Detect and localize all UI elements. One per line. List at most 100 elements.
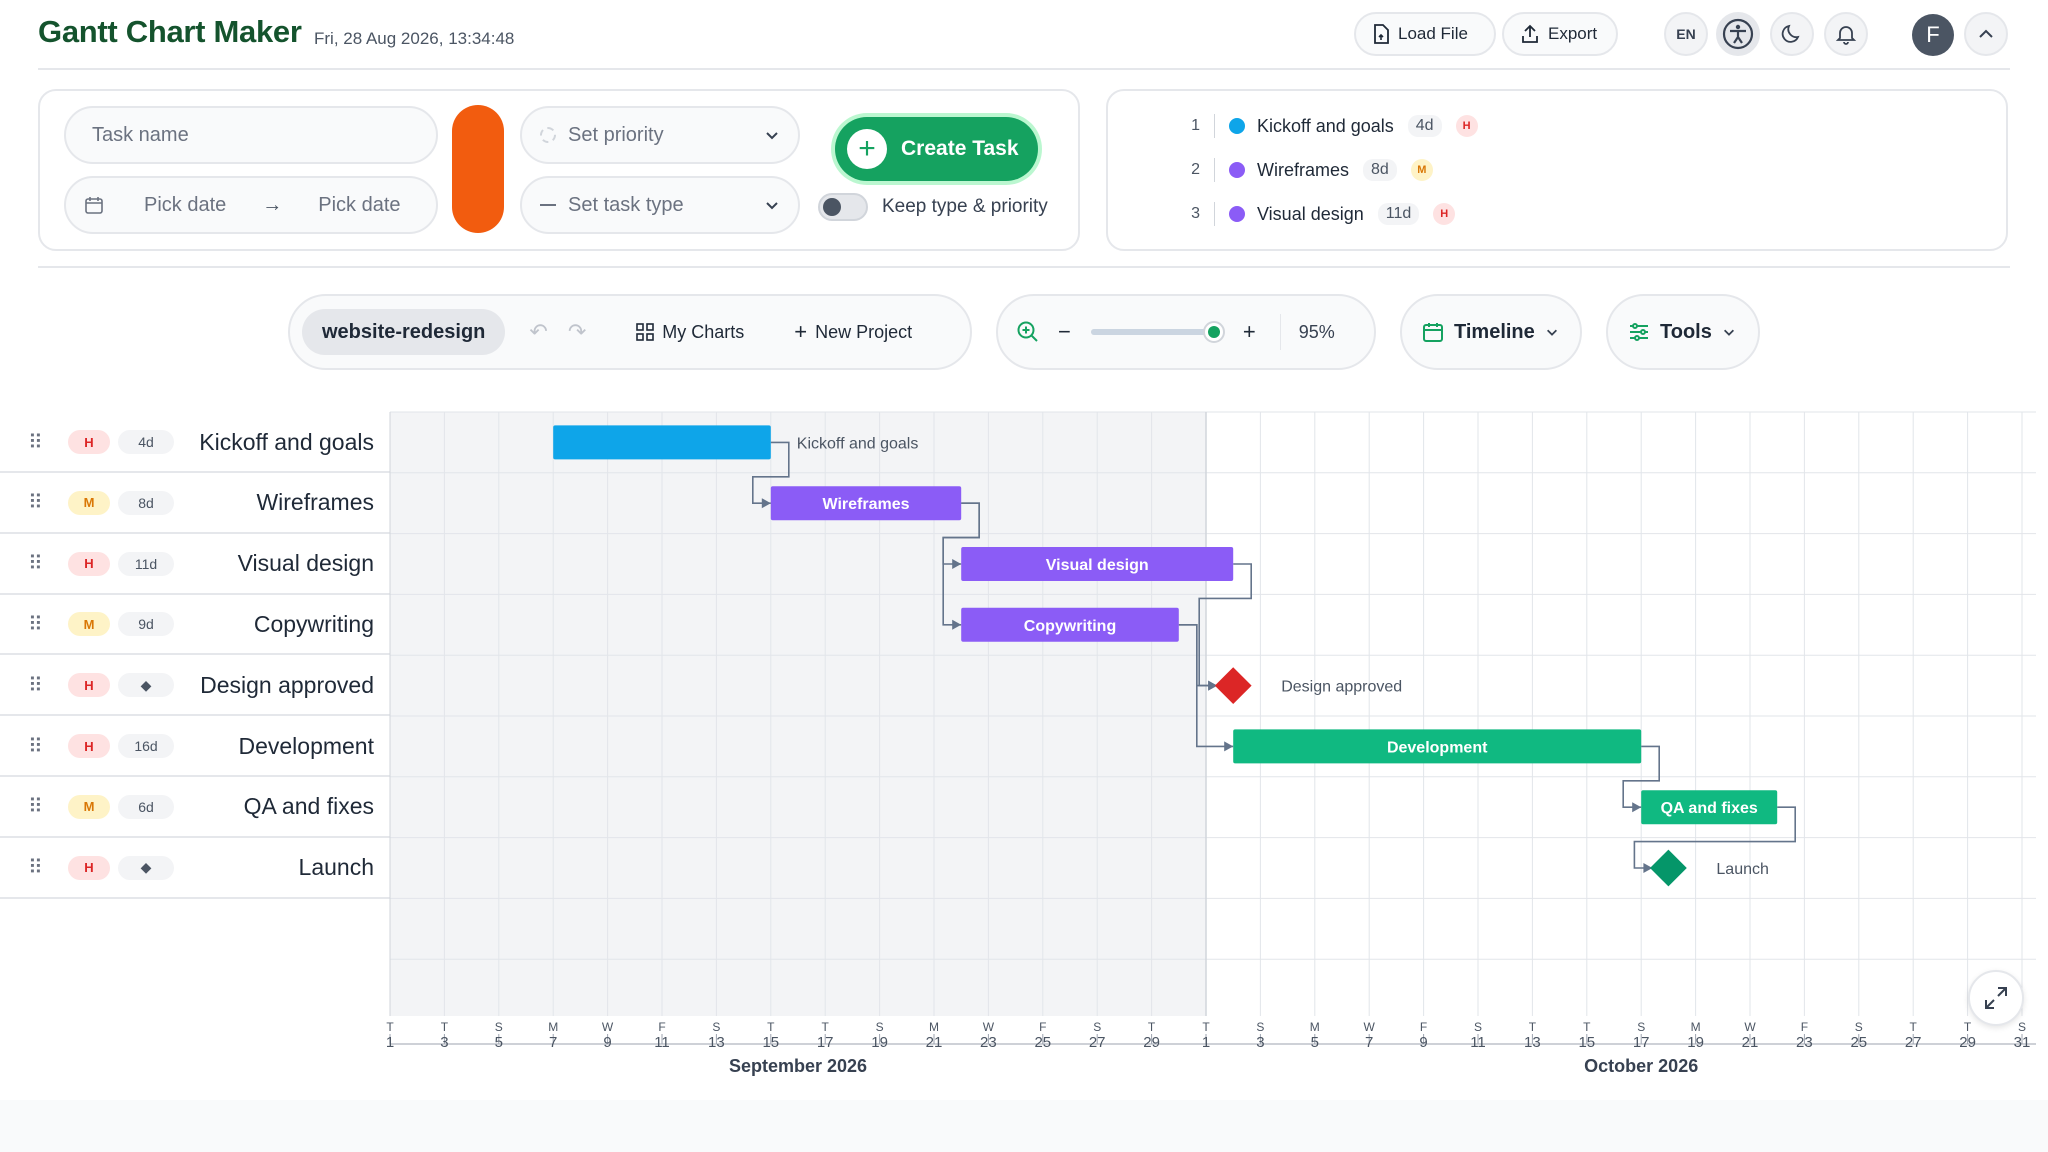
axis-day-number: 23 bbox=[980, 1034, 997, 1051]
task-bar-label: Kickoff and goals bbox=[797, 435, 919, 452]
task-bar-label: Copywriting bbox=[1024, 618, 1116, 635]
axis-day-number: 15 bbox=[1578, 1034, 1595, 1051]
axis-day-letter: W bbox=[602, 1020, 614, 1034]
axis-day-number: 19 bbox=[1687, 1034, 1704, 1051]
summary-row[interactable]: 3 Visual design 11d H bbox=[1180, 199, 1478, 229]
redo-icon[interactable]: ↷ bbox=[568, 319, 586, 345]
my-charts-button[interactable]: My Charts bbox=[636, 322, 744, 343]
task-bar-label: QA and fixes bbox=[1661, 800, 1758, 817]
axis-day-letter: S bbox=[495, 1020, 503, 1034]
axis-day-letter: T bbox=[1148, 1020, 1156, 1034]
priority-select[interactable]: Set priority bbox=[520, 106, 800, 164]
axis-day-letter: W bbox=[1744, 1020, 1756, 1034]
summary-duration: 11d bbox=[1377, 203, 1420, 225]
milestone-label: Design approved bbox=[1281, 679, 1402, 696]
timeline-label: Timeline bbox=[1454, 320, 1535, 343]
summary-duration: 8d bbox=[1363, 159, 1397, 181]
zoom-in-button[interactable]: + bbox=[1243, 319, 1256, 345]
axis-day-number: 27 bbox=[1089, 1034, 1106, 1051]
task-type-select[interactable]: Set task type bbox=[520, 176, 800, 234]
load-file-button[interactable]: Load File bbox=[1354, 12, 1496, 56]
axis-day-letter: T bbox=[1583, 1020, 1591, 1034]
end-date[interactable]: Pick date bbox=[318, 194, 400, 217]
axis-day-letter: S bbox=[712, 1020, 720, 1034]
axis-day-number: 7 bbox=[549, 1034, 557, 1051]
zoom-divider bbox=[1279, 314, 1281, 350]
project-name[interactable]: website-redesign bbox=[302, 309, 506, 355]
keep-type-toggle-row[interactable]: Keep type & priority bbox=[818, 193, 1048, 221]
axis-day-number: 31 bbox=[2014, 1034, 2031, 1051]
axis-day-letter: T bbox=[822, 1020, 830, 1034]
priority-placeholder: Set priority bbox=[568, 123, 664, 146]
accessibility-icon bbox=[1722, 18, 1754, 50]
color-swatch[interactable] bbox=[452, 105, 504, 233]
accessibility-button[interactable] bbox=[1716, 12, 1760, 56]
chevron-down-icon bbox=[1723, 329, 1734, 336]
avatar[interactable]: F bbox=[1912, 14, 1954, 56]
language-button[interactable]: EN bbox=[1664, 12, 1708, 56]
axis-day-number: 25 bbox=[1034, 1034, 1051, 1051]
zoom-level: 95% bbox=[1298, 321, 1335, 342]
tools-select[interactable]: Tools bbox=[1606, 294, 1760, 370]
date-range-field[interactable]: Pick date → Pick date bbox=[64, 176, 438, 234]
fullscreen-button[interactable] bbox=[1968, 970, 2024, 1026]
zoom-slider[interactable] bbox=[1090, 321, 1226, 343]
axis-day-letter: T bbox=[767, 1020, 775, 1034]
summary-row[interactable]: 2 Wireframes 8d M bbox=[1180, 155, 1478, 185]
axis-day-letter: S bbox=[1093, 1020, 1101, 1034]
summary-row[interactable]: 1 Kickoff and goals 4d H bbox=[1180, 111, 1478, 141]
axis-day-number: 7 bbox=[1365, 1034, 1373, 1051]
axis-month-label: September 2026 bbox=[729, 1056, 867, 1076]
summary-number: 3 bbox=[1191, 205, 1200, 222]
axis-day-letter: W bbox=[1364, 1020, 1376, 1034]
collapse-header-button[interactable] bbox=[1964, 12, 2008, 56]
start-date[interactable]: Pick date bbox=[144, 194, 226, 217]
keep-type-toggle[interactable] bbox=[818, 193, 868, 221]
create-task-button[interactable]: + Create Task bbox=[835, 117, 1038, 181]
sliders-icon bbox=[1630, 323, 1648, 341]
axis-day-number: 11 bbox=[1470, 1034, 1486, 1051]
task-bar-label: Development bbox=[1387, 739, 1488, 756]
task-bar bbox=[553, 425, 771, 460]
axis-day-number: 19 bbox=[871, 1034, 888, 1051]
axis-day-letter: T bbox=[386, 1020, 394, 1034]
axis-month-label: October 2026 bbox=[1584, 1056, 1698, 1076]
gantt-chart: Kickoff and goals Wireframes Visual design… bbox=[386, 411, 2036, 1076]
grid-icon bbox=[636, 323, 655, 341]
summary-task-name: Kickoff and goals bbox=[1257, 115, 1394, 136]
summary-number: 2 bbox=[1191, 161, 1200, 178]
summary-separator bbox=[1214, 158, 1215, 182]
zoom-out-button[interactable]: − bbox=[1058, 319, 1071, 345]
upload-icon bbox=[1522, 24, 1538, 43]
undo-icon[interactable]: ↶ bbox=[529, 319, 547, 345]
axis-day-letter: S bbox=[1256, 1020, 1264, 1034]
axis-day-number: 21 bbox=[926, 1034, 943, 1051]
axis-day-number: 3 bbox=[1256, 1034, 1264, 1051]
axis-day-letter: S bbox=[1474, 1020, 1482, 1034]
chevron-down-icon bbox=[766, 202, 778, 210]
chevron-down-icon bbox=[1546, 329, 1557, 336]
axis-day-letter: T bbox=[1964, 1020, 1972, 1034]
axis-day-number: 9 bbox=[603, 1034, 611, 1051]
tools-label: Tools bbox=[1660, 320, 1712, 343]
dark-mode-button[interactable] bbox=[1770, 12, 1814, 56]
task-color-dot bbox=[1229, 118, 1245, 134]
footer bbox=[0, 1100, 2048, 1152]
task-name-input[interactable]: Task name bbox=[64, 106, 438, 164]
timeline-select[interactable]: Timeline bbox=[1400, 294, 1582, 370]
axis-day-letter: S bbox=[2018, 1020, 2026, 1034]
axis-day-letter: T bbox=[1910, 1020, 1918, 1034]
axis-day-letter: M bbox=[1310, 1020, 1320, 1034]
new-project-button[interactable]: + New Project bbox=[794, 319, 912, 345]
summary-task-name: Visual design bbox=[1257, 203, 1364, 224]
axis-day-number: 1 bbox=[386, 1034, 394, 1051]
axis-day-number: 25 bbox=[1850, 1034, 1867, 1051]
zoom-slider-thumb[interactable] bbox=[1203, 321, 1226, 343]
dash-icon bbox=[540, 204, 556, 206]
notifications-button[interactable] bbox=[1824, 12, 1868, 56]
zoom-in-icon[interactable] bbox=[1016, 320, 1040, 344]
calendar-icon bbox=[85, 197, 103, 214]
plus-icon: + bbox=[847, 129, 887, 169]
export-button[interactable]: Export bbox=[1502, 12, 1618, 56]
calendar-icon bbox=[1423, 323, 1443, 342]
